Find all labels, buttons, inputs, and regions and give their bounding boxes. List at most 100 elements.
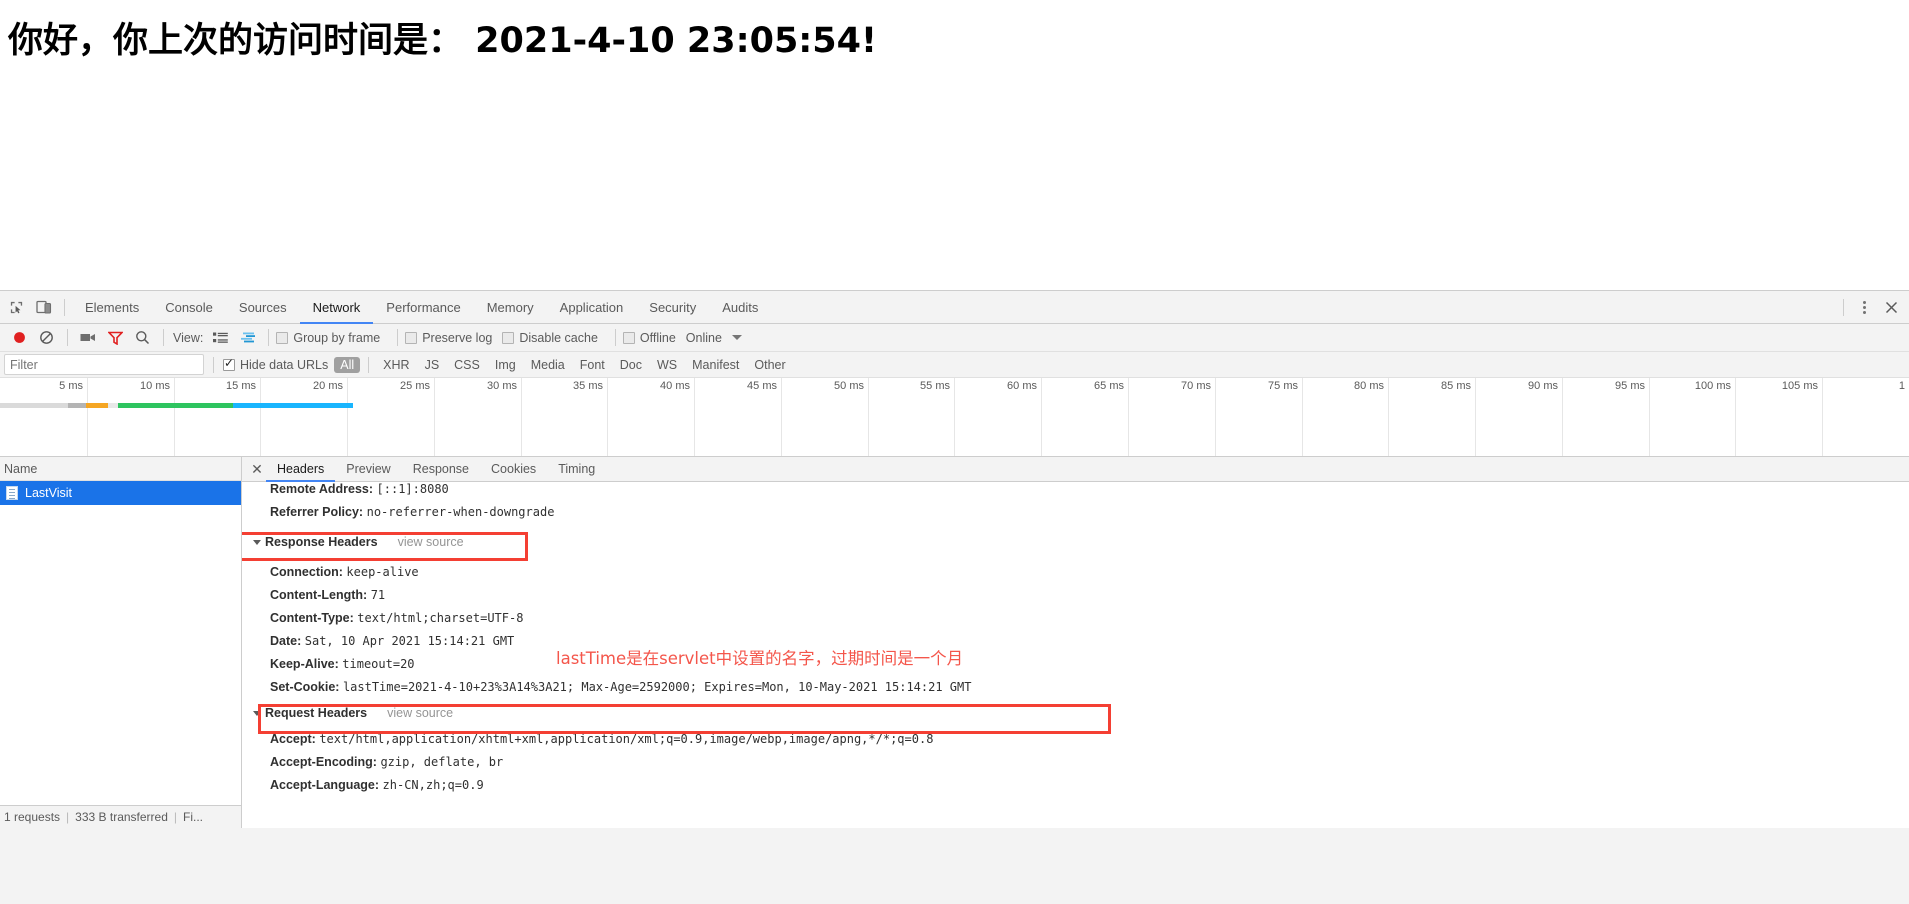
hide-data-urls-checkbox[interactable]: Hide data URLs bbox=[223, 356, 329, 372]
tab-network[interactable]: Network bbox=[300, 291, 374, 324]
timeline-gridline bbox=[1388, 378, 1389, 456]
detail-tab-response[interactable]: Response bbox=[402, 457, 480, 482]
response-headers-section-toggle[interactable]: Response Headers view source bbox=[242, 531, 1909, 554]
annotation-text: lastTime是在servlet中设置的名字，过期时间是一个月 bbox=[556, 649, 964, 668]
checkbox-box bbox=[405, 331, 418, 344]
divider bbox=[64, 298, 65, 316]
list-view-icon[interactable] bbox=[207, 324, 234, 351]
type-filter-ws[interactable]: WS bbox=[651, 357, 683, 373]
timeline-gridline bbox=[1215, 378, 1216, 456]
header-value: gzip, deflate, br bbox=[380, 755, 504, 769]
detail-tab-cookies[interactable]: Cookies bbox=[480, 457, 547, 482]
timeline-tick-label: 80 ms bbox=[1354, 380, 1384, 392]
table-row[interactable]: LastVisit bbox=[0, 481, 241, 505]
type-filter-manifest[interactable]: Manifest bbox=[686, 357, 745, 373]
timeline-tick-label: 5 ms bbox=[59, 380, 83, 392]
detail-tab-headers[interactable]: Headers bbox=[266, 457, 335, 482]
timeline-gridline bbox=[1475, 378, 1476, 456]
header-row: Remote Address: [::1]:8080 bbox=[242, 482, 1909, 501]
tab-sources[interactable]: Sources bbox=[226, 291, 300, 324]
type-filter-font[interactable]: Font bbox=[574, 357, 611, 373]
resources-size: Fi... bbox=[183, 810, 204, 824]
offline-checkbox[interactable]: Offline bbox=[622, 330, 676, 345]
type-filter-all[interactable]: All bbox=[334, 356, 361, 373]
clear-button[interactable] bbox=[33, 324, 60, 351]
timeline-tick-label: 65 ms bbox=[1094, 380, 1124, 392]
type-filter-doc[interactable]: Doc bbox=[614, 357, 648, 373]
request-headers-section-toggle[interactable]: Request Headers view source bbox=[242, 702, 1909, 725]
search-button[interactable] bbox=[129, 324, 156, 351]
timing-band-dns-connect bbox=[86, 403, 108, 408]
preserve-log-checkbox[interactable]: Preserve log bbox=[405, 331, 492, 345]
tab-console[interactable]: Console bbox=[152, 291, 226, 324]
header-key: Accept: bbox=[270, 732, 316, 746]
network-filter-bar: Hide data URLs All XHR JS CSS Img Media … bbox=[0, 352, 1909, 378]
detail-tab-preview[interactable]: Preview bbox=[335, 457, 401, 482]
view-source-link[interactable]: view source bbox=[387, 702, 453, 725]
device-toolbar-icon[interactable] bbox=[30, 294, 57, 321]
offline-label: Offline bbox=[639, 330, 676, 345]
type-filter-css[interactable]: CSS bbox=[448, 357, 486, 373]
tab-audits[interactable]: Audits bbox=[709, 291, 771, 324]
type-filter-img[interactable]: Img bbox=[489, 357, 522, 373]
type-filter-js[interactable]: JS bbox=[419, 357, 446, 373]
disable-cache-checkbox[interactable]: Disable cache bbox=[502, 331, 598, 345]
filter-button[interactable] bbox=[102, 324, 129, 351]
timing-band-content-download bbox=[233, 403, 353, 408]
view-source-link[interactable]: view source bbox=[398, 531, 464, 554]
header-key: Content-Length: bbox=[270, 588, 368, 602]
timeline-tick-label: 10 ms bbox=[140, 380, 170, 392]
request-count: 1 requests bbox=[4, 810, 61, 824]
timeline-gridline bbox=[868, 378, 869, 456]
close-icon[interactable]: ✕ bbox=[248, 461, 266, 478]
section-title: Request Headers bbox=[265, 706, 368, 720]
filter-input[interactable] bbox=[4, 354, 204, 375]
request-timing-bands bbox=[0, 403, 353, 408]
header-value: no-referrer-when-downgrade bbox=[366, 505, 555, 519]
tab-performance[interactable]: Performance bbox=[373, 291, 473, 324]
close-devtools-icon[interactable] bbox=[1878, 294, 1905, 321]
type-filter-xhr[interactable]: XHR bbox=[377, 357, 415, 373]
tab-elements[interactable]: Elements bbox=[72, 291, 152, 324]
header-key: Date: bbox=[270, 634, 302, 648]
header-key: Content-Type: bbox=[270, 611, 354, 625]
headers-scroll-area[interactable]: Remote Address: [::1]:8080 Referrer Poli… bbox=[242, 482, 1909, 828]
group-by-frame-label: Group by frame bbox=[293, 330, 381, 345]
timeline-gridline bbox=[174, 378, 175, 456]
timeline-gridline bbox=[1822, 378, 1823, 456]
divider bbox=[397, 329, 399, 346]
type-filter-media[interactable]: Media bbox=[525, 357, 571, 373]
header-key: Keep-Alive: bbox=[270, 657, 339, 671]
resource-type-filters: All XHR JS CSS Img Media Font Doc WS Man… bbox=[334, 356, 791, 373]
throttling-value[interactable]: Online bbox=[686, 331, 722, 345]
network-timeline-overview[interactable]: 5 ms 10 ms 15 ms 20 ms 25 ms 30 ms 35 ms 40 ms 4… bbox=[0, 378, 1909, 457]
header-row: Keep-Alive: timeout=20 bbox=[242, 653, 1909, 676]
divider bbox=[213, 356, 214, 373]
divider bbox=[163, 329, 164, 346]
record-button[interactable] bbox=[6, 324, 33, 351]
more-options-icon[interactable] bbox=[1851, 294, 1878, 321]
type-filter-other[interactable]: Other bbox=[748, 357, 791, 373]
header-row: Set-Cookie: lastTime=2021-4-10+23%3A14%3… bbox=[242, 676, 1909, 699]
timeline-gridline bbox=[694, 378, 695, 456]
screenshot-capture-button[interactable] bbox=[75, 324, 102, 351]
chevron-down-icon[interactable] bbox=[731, 335, 742, 340]
waterfall-view-icon[interactable] bbox=[234, 324, 261, 351]
triangle-down-icon bbox=[253, 540, 261, 545]
header-row: Accept-Encoding: gzip, deflate, br bbox=[242, 751, 1909, 774]
timeline-gridline bbox=[1562, 378, 1563, 456]
timeline-tick-label: 105 ms bbox=[1781, 380, 1818, 392]
request-detail-pane: ✕ Headers Preview Response Cookies Timin… bbox=[242, 457, 1909, 828]
inspect-element-icon[interactable] bbox=[3, 294, 30, 321]
hide-data-urls-label: Hide data URLs bbox=[240, 357, 329, 372]
tab-application[interactable]: Application bbox=[547, 291, 637, 324]
header-value: zh-CN,zh;q=0.9 bbox=[382, 778, 484, 792]
tab-security[interactable]: Security bbox=[636, 291, 709, 324]
timeline-tick-label: 90 ms bbox=[1528, 380, 1558, 392]
detail-tab-timing[interactable]: Timing bbox=[547, 457, 606, 482]
tab-memory[interactable]: Memory bbox=[474, 291, 547, 324]
group-by-frame-checkbox[interactable]: Group by frame bbox=[276, 331, 380, 345]
divider: | bbox=[66, 810, 70, 824]
column-header-name[interactable]: Name bbox=[0, 457, 241, 481]
header-value: lastTime=2021-4-10+23%3A14%3A21; Max-Age… bbox=[342, 680, 972, 694]
